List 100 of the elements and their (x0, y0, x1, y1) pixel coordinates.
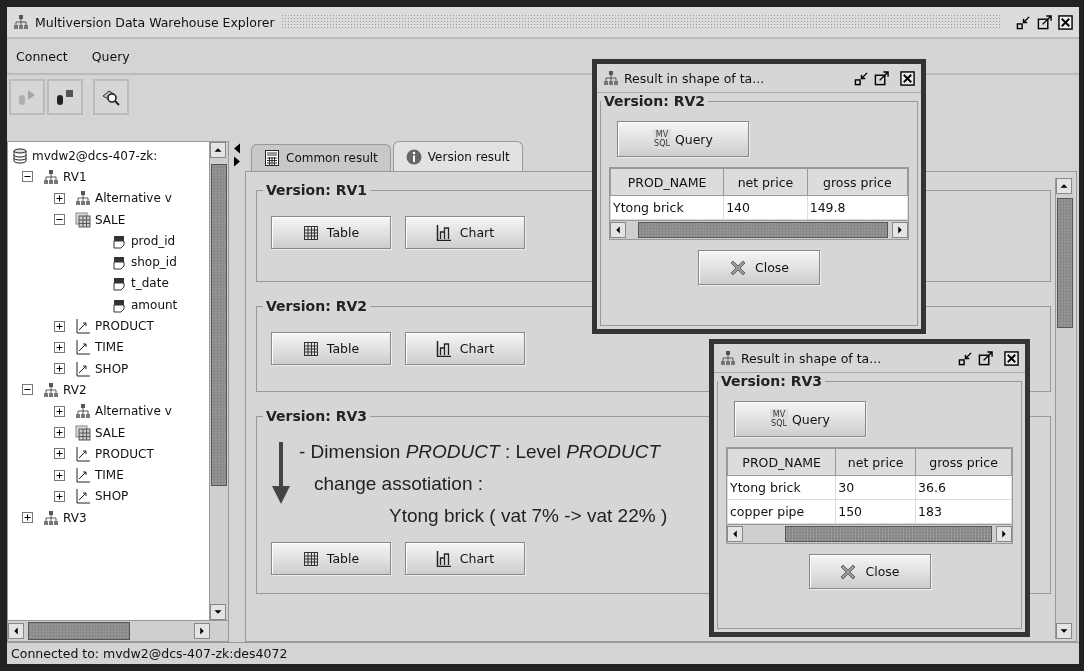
expand-icon[interactable] (54, 490, 65, 502)
view-button[interactable]: Chart (405, 216, 525, 249)
close-button[interactable]: Close (698, 250, 820, 285)
expand-icon[interactable] (22, 512, 33, 524)
tab[interactable]: Version result (392, 141, 523, 171)
expand-icon[interactable] (54, 405, 65, 417)
expand-icon[interactable] (54, 469, 65, 481)
tree-item[interactable]: PRODUCT (95, 319, 154, 333)
tree-item[interactable]: RV2 (63, 382, 87, 397)
axes-icon (75, 360, 91, 377)
menu-item[interactable]: Query (91, 48, 130, 64)
scroll-down-icon[interactable] (1056, 623, 1072, 639)
scroll-right-icon[interactable] (996, 526, 1012, 542)
tree-item[interactable]: SALE (95, 425, 126, 440)
horizontal-scrollbar[interactable] (727, 524, 1012, 543)
expand-icon[interactable] (54, 192, 65, 204)
close-icon[interactable] (1004, 350, 1019, 366)
bar-chart-icon (435, 550, 452, 567)
vertical-scrollbar[interactable] (209, 142, 228, 620)
scroll-right-icon[interactable] (892, 222, 908, 238)
tree-item[interactable]: TIME (95, 468, 124, 483)
view-button[interactable]: Chart (405, 542, 525, 575)
database-icon (12, 147, 28, 164)
tab[interactable]: Common result (251, 144, 391, 171)
column-header[interactable]: net price (835, 448, 916, 476)
maximize-icon[interactable] (874, 70, 889, 86)
column-header[interactable]: PROD_NAME (610, 168, 724, 196)
expand-icon[interactable] (54, 363, 65, 375)
window-title: Result in shape of ta... (741, 350, 883, 366)
expand-icon[interactable] (54, 320, 65, 332)
expand-right-icon[interactable] (233, 156, 241, 167)
minimize-icon[interactable] (1016, 14, 1031, 30)
scroll-right-icon[interactable] (194, 623, 210, 639)
view-button[interactable]: Table (271, 332, 391, 365)
expand-icon[interactable] (54, 341, 65, 353)
table-cell: 150 (835, 499, 916, 524)
table-cell: 149.8 (807, 195, 908, 220)
column-header[interactable]: gross price (807, 168, 908, 196)
scroll-thumb[interactable] (211, 164, 227, 486)
minimize-icon[interactable] (958, 350, 973, 366)
scroll-up-icon[interactable] (210, 142, 226, 158)
scroll-thumb[interactable] (1057, 198, 1073, 328)
axes-icon (75, 467, 91, 484)
horizontal-scrollbar[interactable] (8, 620, 228, 641)
view-button[interactable]: Chart (405, 332, 525, 365)
scroll-thumb[interactable] (785, 526, 992, 542)
bar-chart-icon (435, 224, 452, 241)
tree-item[interactable]: amount (131, 297, 178, 312)
tree-item[interactable]: SHOP (95, 361, 129, 376)
scroll-up-icon[interactable] (1056, 178, 1072, 194)
scroll-left-icon[interactable] (8, 623, 24, 639)
table-cell: 140 (723, 195, 808, 220)
scroll-left-icon[interactable] (610, 222, 626, 238)
close-icon[interactable] (900, 70, 915, 86)
column-header[interactable]: net price (723, 168, 808, 196)
scroll-left-icon[interactable] (727, 526, 743, 542)
vertical-scrollbar[interactable] (1055, 178, 1074, 639)
table-icon (75, 424, 91, 441)
icon-text: SQL (771, 419, 787, 428)
scroll-down-icon[interactable] (210, 604, 226, 620)
column-header[interactable]: PROD_NAME (727, 448, 836, 476)
calculator-icon (264, 150, 280, 166)
down-arrow-icon (271, 442, 291, 504)
close-button[interactable]: Close (808, 554, 931, 589)
tree-item[interactable]: mvdw2@dcs-407-zk: (32, 148, 158, 163)
tree-item[interactable]: prod_id (131, 233, 176, 248)
menu-item[interactable]: Connect (16, 48, 68, 64)
tree-item[interactable]: RV1 (63, 169, 87, 184)
maximize-icon[interactable] (1037, 14, 1052, 30)
tree-item[interactable]: Alternative v (95, 404, 172, 419)
scroll-thumb[interactable] (638, 222, 888, 238)
scroll-thumb[interactable] (28, 622, 130, 640)
horizontal-scrollbar[interactable] (610, 220, 908, 239)
close-icon (839, 562, 858, 581)
collapse-left-icon[interactable] (233, 143, 241, 154)
tree-item[interactable]: SHOP (95, 489, 129, 504)
tree-item[interactable]: PRODUCT (95, 446, 154, 461)
info-icon (405, 148, 422, 165)
expand-icon[interactable] (54, 427, 65, 438)
view-button[interactable]: Table (271, 542, 391, 575)
minimize-icon[interactable] (854, 70, 869, 86)
tree-item[interactable]: shop_id (131, 255, 177, 270)
group-title: Version: RV2 (603, 93, 706, 109)
expand-icon[interactable] (54, 448, 65, 460)
axes-icon (75, 445, 91, 462)
collapse-icon[interactable] (22, 171, 33, 183)
collapse-icon[interactable] (22, 384, 33, 396)
close-icon[interactable] (1058, 14, 1073, 30)
maximize-icon[interactable] (978, 350, 993, 366)
toolbar-button[interactable] (93, 79, 129, 115)
tree-item[interactable]: Alternative v (95, 191, 172, 206)
tree-item[interactable]: TIME (95, 340, 124, 355)
column-header[interactable]: gross price (915, 448, 1012, 476)
tree-item[interactable]: RV3 (63, 510, 87, 525)
tree-item[interactable]: t_date (131, 276, 169, 291)
toolbar-button[interactable] (47, 79, 83, 115)
grid-icon (302, 340, 319, 357)
tree-item[interactable]: SALE (95, 212, 126, 227)
collapse-icon[interactable] (54, 214, 65, 226)
view-button[interactable]: Table (271, 216, 391, 249)
